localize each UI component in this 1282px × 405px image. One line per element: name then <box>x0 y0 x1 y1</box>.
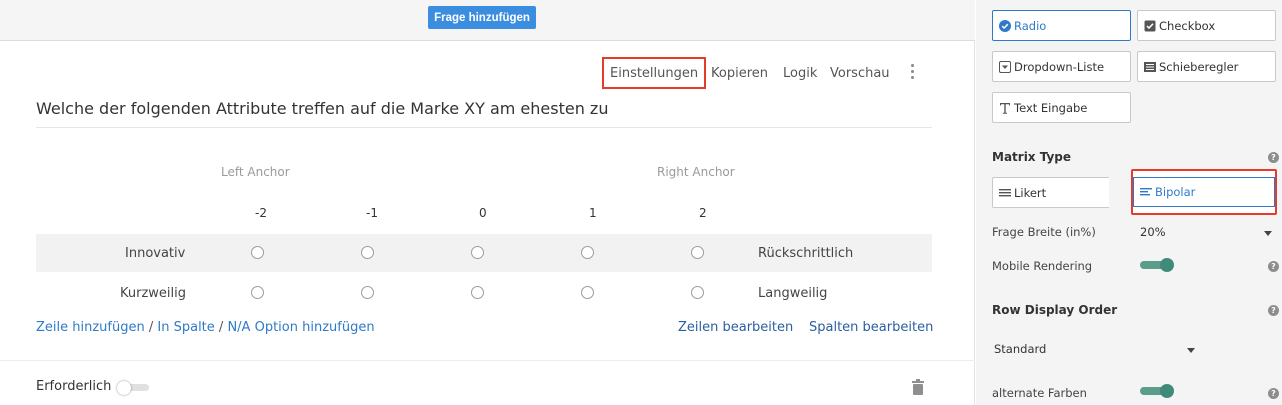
question-toolbar: Einstellungen Kopieren Logik Vorschau <box>0 57 975 89</box>
radio-option[interactable] <box>471 246 484 259</box>
scale-label: 2 <box>699 206 707 220</box>
row-right-label: Langweilig <box>758 285 828 301</box>
radio-option[interactable] <box>251 286 264 299</box>
type-checkbox-label: Checkbox <box>1159 18 1216 33</box>
add-row-link[interactable]: Zeile hinzufügen <box>36 320 145 335</box>
slider-icon <box>1144 61 1156 73</box>
help-icon[interactable]: ? <box>1268 152 1279 163</box>
required-toggle[interactable] <box>117 381 149 395</box>
footer-divider <box>0 360 975 361</box>
radio-option[interactable] <box>251 246 264 259</box>
radio-checked-icon <box>999 19 1011 32</box>
trash-icon[interactable] <box>911 379 925 395</box>
checkbox-icon <box>1144 20 1156 32</box>
align-left-icon <box>1140 186 1152 198</box>
radio-option[interactable] <box>581 286 594 299</box>
matrix-bipolar-button[interactable]: Bipolar <box>1131 169 1277 215</box>
more-options-icon[interactable] <box>910 64 916 84</box>
scale-label: -2 <box>255 206 267 220</box>
row-display-order-select[interactable]: Standard <box>994 342 1046 356</box>
radio-option[interactable] <box>691 286 704 299</box>
in-column-link[interactable]: In Spalte <box>157 320 214 335</box>
help-icon[interactable]: ? <box>1268 305 1279 316</box>
radio-option[interactable] <box>361 246 374 259</box>
survey-editor: Frage hinzufügen Einstellungen Kopieren … <box>0 0 1282 405</box>
scale-label: -1 <box>366 206 378 220</box>
copy-button[interactable]: Kopieren <box>711 57 768 89</box>
radio-option[interactable] <box>471 286 484 299</box>
settings-panel: Radio Checkbox Dropdown-Liste Schiebereg… <box>976 0 1282 405</box>
help-icon[interactable]: ? <box>1268 388 1279 399</box>
preview-button[interactable]: Vorschau <box>830 57 890 89</box>
row-left-label: Kurzweilig <box>120 285 187 301</box>
title-divider <box>36 127 932 128</box>
type-text-label: Text Eingabe <box>1014 100 1088 115</box>
row-right-label: Rückschrittlich <box>758 245 854 261</box>
row-display-order-title: Row Display Order <box>992 303 1118 317</box>
text-icon <box>999 102 1011 114</box>
link-separator: / <box>218 320 224 335</box>
question-title[interactable]: Welche der folgenden Attribute treffen a… <box>36 99 608 118</box>
required-label: Erforderlich <box>36 379 112 394</box>
row-left-label: Innovativ <box>125 245 186 261</box>
mobile-rendering-toggle[interactable] <box>1140 258 1174 272</box>
add-links: Zeile hinzufügen / In Spalte / N/A Optio… <box>36 320 375 335</box>
edit-columns-link-wrap: Spalten bearbeiten <box>809 320 933 335</box>
chevron-down-icon[interactable] <box>1187 348 1195 353</box>
matrix-row: Kurzweilig Langweilig <box>36 274 932 312</box>
logic-button[interactable]: Logik <box>783 57 817 89</box>
radio-option[interactable] <box>691 246 704 259</box>
edit-rows-link[interactable]: Zeilen bearbeiten <box>678 320 793 335</box>
type-text-button[interactable]: Text Eingabe <box>992 92 1131 123</box>
alternate-colors-toggle[interactable] <box>1140 384 1174 398</box>
align-left-icon <box>999 187 1011 199</box>
matrix-type-title: Matrix Type <box>992 150 1072 164</box>
mobile-rendering-label: Mobile Rendering <box>992 259 1093 273</box>
matrix-bipolar-inner: Bipolar <box>1133 177 1275 207</box>
alternate-colors-label: alternate Farben <box>992 386 1087 400</box>
link-separator: / <box>148 320 154 335</box>
type-dropdown-button[interactable]: Dropdown-Liste <box>992 51 1131 82</box>
matrix-likert-label: Likert <box>1014 185 1047 200</box>
left-anchor-label: Left Anchor <box>221 165 290 179</box>
type-dropdown-label: Dropdown-Liste <box>1014 59 1105 74</box>
question-width-value[interactable]: 20% <box>1140 225 1166 239</box>
radio-option[interactable] <box>361 286 374 299</box>
question-editor: Frage hinzufügen Einstellungen Kopieren … <box>0 0 975 405</box>
type-checkbox-button[interactable]: Checkbox <box>1137 10 1276 41</box>
edit-columns-link[interactable]: Spalten bearbeiten <box>809 320 933 335</box>
edit-rows-link-wrap: Zeilen bearbeiten <box>678 320 793 335</box>
top-bar: Frage hinzufügen <box>0 0 975 41</box>
matrix-bipolar-label: Bipolar <box>1155 185 1196 199</box>
chevron-down-icon[interactable] <box>1264 231 1272 236</box>
na-option-link[interactable]: N/A Option hinzufügen <box>227 320 374 335</box>
scale-label: 1 <box>589 206 597 220</box>
matrix-likert-button[interactable]: Likert <box>992 177 1109 208</box>
type-radio-button[interactable]: Radio <box>992 10 1131 41</box>
scale-label: 0 <box>479 206 487 220</box>
radio-option[interactable] <box>581 246 594 259</box>
type-radio-label: Radio <box>1014 18 1047 33</box>
right-anchor-label: Right Anchor <box>657 165 735 179</box>
question-width-label: Frage Breite (in%) <box>992 225 1096 239</box>
add-question-button[interactable]: Frage hinzufügen <box>428 6 536 29</box>
help-icon[interactable]: ? <box>1268 261 1279 272</box>
dropdown-icon <box>999 60 1011 73</box>
settings-button[interactable]: Einstellungen <box>602 57 707 89</box>
type-slider-button[interactable]: Schieberegler <box>1137 51 1276 82</box>
matrix-row: Innovativ Rückschrittlich <box>36 234 932 272</box>
type-slider-label: Schieberegler <box>1159 59 1239 74</box>
